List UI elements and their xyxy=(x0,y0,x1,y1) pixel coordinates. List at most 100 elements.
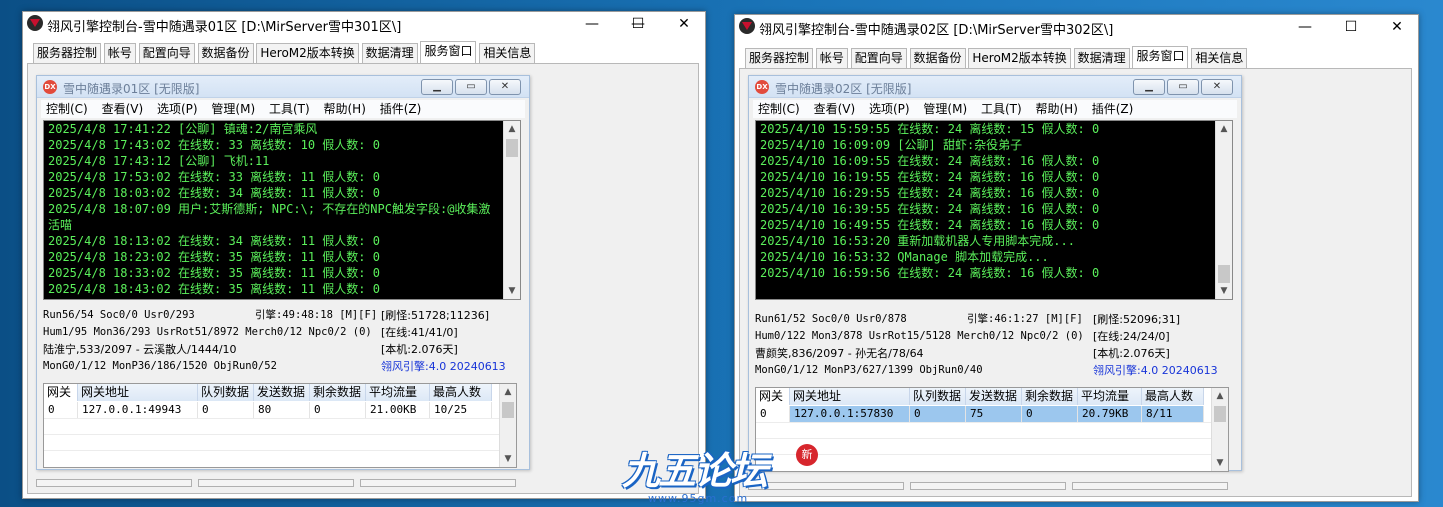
col-avg-traffic[interactable]: 平均流量 xyxy=(1078,388,1142,405)
cell-sent: 75 xyxy=(966,406,1022,422)
menu-options[interactable]: 选项(P) xyxy=(864,100,915,118)
tab-data-backup[interactable]: 数据备份 xyxy=(197,43,254,63)
menu-control[interactable]: 控制(C) xyxy=(41,100,93,118)
tab-about[interactable]: 相关信息 xyxy=(479,43,536,63)
menu-tools[interactable]: 工具(T) xyxy=(264,100,315,118)
log-line: 2025/4/10 16:09:09 [公聊] 甜虾:杂役弟子 xyxy=(760,138,1023,152)
child-status-strip xyxy=(360,479,516,487)
menu-help[interactable]: 帮助(H) xyxy=(1031,100,1083,118)
minimize-button[interactable]: — xyxy=(1282,15,1328,39)
col-max-users[interactable]: 最高人数 xyxy=(430,384,492,401)
log-line: 2025/4/8 18:13:02 在线数: 34 离线数: 11 假人数: 0 xyxy=(48,234,380,248)
scroll-up-icon[interactable]: ▲ xyxy=(1212,388,1228,404)
col-remaining[interactable]: 剩余数据 xyxy=(1022,388,1078,405)
tab-account[interactable]: 帐号 xyxy=(103,43,136,63)
child-close-button[interactable]: ✕ xyxy=(1201,79,1233,95)
console-window-1[interactable]: 翎风引擎控制台-雪中随遇录01区 [D:\MirServer雪中301区\] —… xyxy=(22,11,706,499)
menu-options[interactable]: 选项(P) xyxy=(152,100,203,118)
dx-app-icon: DX xyxy=(755,80,769,94)
tab-server-control[interactable]: 服务器控制 xyxy=(745,48,814,68)
col-queue[interactable]: 队列数据 xyxy=(198,384,254,401)
child-titlebar[interactable]: DX 雪中随遇录02区 [无限版] ▁ ▭ ✕ xyxy=(749,76,1241,98)
log-scrollbar[interactable]: ▲ ▼ xyxy=(503,121,520,299)
child-restore-button[interactable]: ▭ xyxy=(455,79,487,95)
console-window-2[interactable]: 翎风引擎控制台-雪中随遇录02区 [D:\MirServer雪中302区\] —… xyxy=(734,14,1419,502)
tab-config-wizard[interactable]: 配置向导 xyxy=(850,48,907,68)
scroll-thumb[interactable] xyxy=(1214,406,1226,422)
col-sent[interactable]: 发送数据 xyxy=(966,388,1022,405)
scroll-up-icon[interactable]: ▲ xyxy=(1216,121,1232,137)
tab-data-cleanup[interactable]: 数据清理 xyxy=(1073,48,1130,68)
close-button[interactable]: ✕ xyxy=(661,12,707,36)
col-gateway-address[interactable]: 网关地址 xyxy=(790,388,910,405)
maximize-button[interactable]: ☐ xyxy=(1328,15,1374,39)
log-console[interactable]: 2025/4/10 15:59:55 在线数: 24 离线数: 15 假人数: … xyxy=(755,120,1233,300)
col-avg-traffic[interactable]: 平均流量 xyxy=(366,384,430,401)
gateway-table[interactable]: 网关 网关地址 队列数据 发送数据 剩余数据 平均流量 最高人数 0 127.0… xyxy=(755,387,1229,472)
stat-online: [在线:41/41/0] xyxy=(381,326,458,339)
tab-config-wizard[interactable]: 配置向导 xyxy=(138,43,195,63)
child-minimize-button[interactable]: ▁ xyxy=(421,79,453,95)
child-restore-button[interactable]: ▭ xyxy=(1167,79,1199,95)
server-child-window[interactable]: DX 雪中随遇录01区 [无限版] ▁ ▭ ✕ 控制(C) 查看(V) 选项(P… xyxy=(36,75,530,470)
tab-about[interactable]: 相关信息 xyxy=(1191,48,1248,68)
menu-view[interactable]: 查看(V) xyxy=(809,100,861,118)
scroll-thumb[interactable] xyxy=(1218,265,1230,283)
log-line: 2025/4/8 18:43:02 在线数: 35 离线数: 11 假人数: 0 xyxy=(48,282,380,296)
tab-data-cleanup[interactable]: 数据清理 xyxy=(361,43,418,63)
menu-help[interactable]: 帮助(H) xyxy=(319,100,371,118)
cell-remaining: 0 xyxy=(310,402,366,418)
tab-server-control[interactable]: 服务器控制 xyxy=(33,43,102,63)
col-gateway[interactable]: 网关 xyxy=(756,388,790,405)
table-scrollbar[interactable]: ▲ ▼ xyxy=(1211,388,1228,471)
table-gridline xyxy=(44,434,499,435)
tab-herom2-convert[interactable]: HeroM2版本转换 xyxy=(256,43,359,63)
stat-player: 曹颜笑,836/2097 - 孙无名/78/64 xyxy=(755,347,924,360)
log-scrollbar[interactable]: ▲ ▼ xyxy=(1215,121,1232,299)
col-sent[interactable]: 发送数据 xyxy=(254,384,310,401)
table-scrollbar[interactable]: ▲ ▼ xyxy=(499,384,516,467)
scroll-thumb[interactable] xyxy=(506,139,518,157)
scroll-down-icon[interactable]: ▼ xyxy=(500,451,516,467)
menu-plugins[interactable]: 插件(Z) xyxy=(1087,100,1139,118)
menu-plugins[interactable]: 插件(Z) xyxy=(375,100,427,118)
child-title: 雪中随遇录02区 [无限版] xyxy=(775,82,912,96)
tab-service-window[interactable]: 服务窗口 xyxy=(420,41,477,63)
scroll-up-icon[interactable]: ▲ xyxy=(500,384,516,400)
tab-account[interactable]: 帐号 xyxy=(815,48,848,68)
stat-mon: MonG0/1/12 MonP36/186/1520 ObjRun0/52 xyxy=(43,360,277,372)
tab-herom2-convert[interactable]: HeroM2版本转换 xyxy=(968,48,1071,68)
col-max-users[interactable]: 最高人数 xyxy=(1142,388,1204,405)
col-queue[interactable]: 队列数据 xyxy=(910,388,966,405)
scroll-down-icon[interactable]: ▼ xyxy=(1216,283,1232,299)
gateway-table[interactable]: 网关 网关地址 队列数据 发送数据 剩余数据 平均流量 最高人数 0 127.0… xyxy=(43,383,517,468)
scroll-thumb[interactable] xyxy=(502,402,514,418)
menu-tools[interactable]: 工具(T) xyxy=(976,100,1027,118)
menu-manage[interactable]: 管理(M) xyxy=(918,100,972,118)
scroll-up-icon[interactable]: ▲ xyxy=(504,121,520,137)
child-titlebar[interactable]: DX 雪中随遇录01区 [无限版] ▁ ▭ ✕ xyxy=(37,76,529,98)
scroll-down-icon[interactable]: ▼ xyxy=(1212,455,1228,471)
col-remaining[interactable]: 剩余数据 xyxy=(310,384,366,401)
col-gateway[interactable]: 网关 xyxy=(44,384,78,401)
tab-data-backup[interactable]: 数据备份 xyxy=(909,48,966,68)
log-console[interactable]: 2025/4/8 17:41:22 [公聊] 镇魂:2/南宫乘风 2025/4/… xyxy=(43,120,521,300)
engine-stats: Run56/54 Soc0/0 Usr0/293 引擎:49:48:18 [M]… xyxy=(43,306,525,378)
menu-view[interactable]: 查看(V) xyxy=(97,100,149,118)
log-line: 2025/4/8 18:23:02 在线数: 35 离线数: 11 假人数: 0 xyxy=(48,250,380,264)
maximize-button[interactable]: ☐ xyxy=(615,12,661,36)
forum-watermark: 九五论坛 新 www.95gm.com xyxy=(622,440,818,507)
menu-control[interactable]: 控制(C) xyxy=(753,100,805,118)
child-minimize-button[interactable]: ▁ xyxy=(1133,79,1165,95)
cell-address: 127.0.0.1:49943 xyxy=(78,402,198,418)
close-button[interactable]: ✕ xyxy=(1374,15,1420,39)
minimize-button[interactable]: — xyxy=(569,12,615,36)
server-child-window[interactable]: DX 雪中随遇录02区 [无限版] ▁ ▭ ✕ 控制(C) 查看(V) 选项(P… xyxy=(748,75,1242,472)
watermark-seal: 新 xyxy=(796,444,818,466)
col-gateway-address[interactable]: 网关地址 xyxy=(78,384,198,401)
table-gridline xyxy=(756,422,1211,423)
child-close-button[interactable]: ✕ xyxy=(489,79,521,95)
menu-manage[interactable]: 管理(M) xyxy=(206,100,260,118)
tab-service-window[interactable]: 服务窗口 xyxy=(1132,46,1189,68)
scroll-down-icon[interactable]: ▼ xyxy=(504,283,520,299)
